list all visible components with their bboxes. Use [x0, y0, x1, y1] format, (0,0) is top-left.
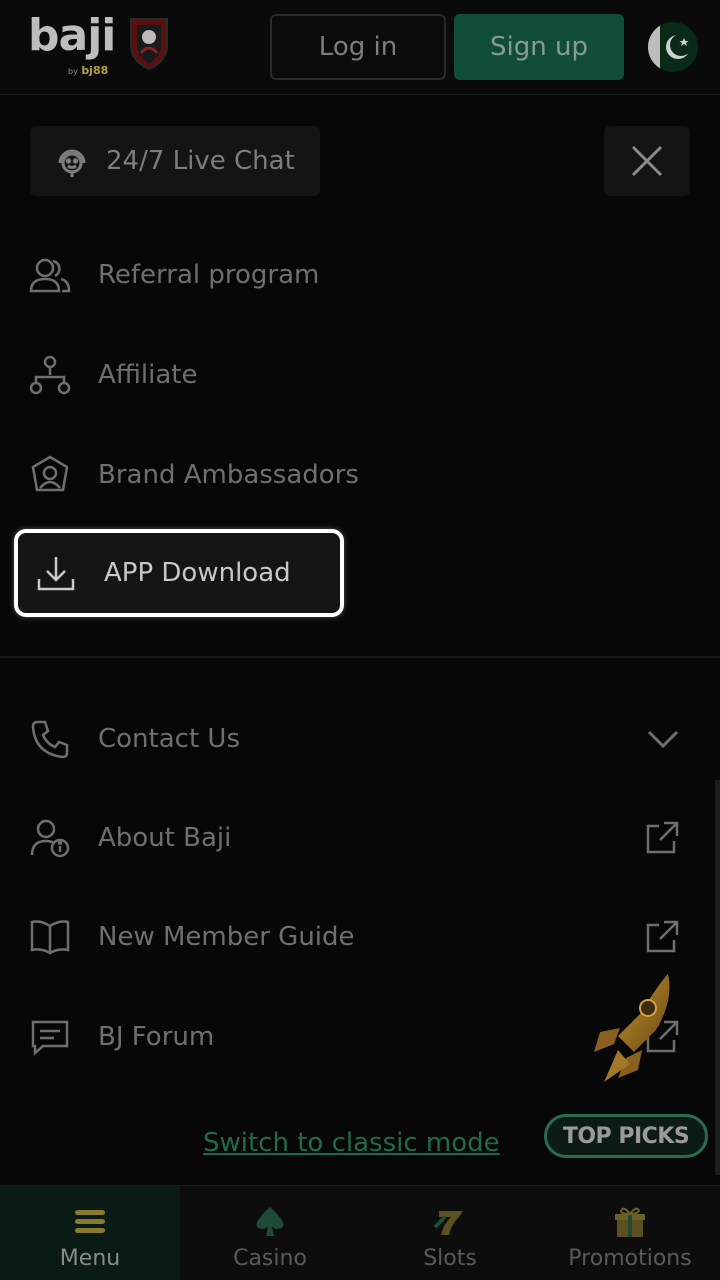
menu-item-label: Referral program	[98, 260, 320, 290]
header: baji by bj88 Log in Sign up	[0, 0, 720, 95]
menu-item-label: BJ Forum	[98, 1022, 215, 1052]
menu-item-affiliate[interactable]: Affiliate	[28, 345, 688, 405]
ambassador-icon	[28, 453, 72, 497]
external-link-icon[interactable]	[644, 919, 680, 962]
chat-icon	[28, 1015, 72, 1059]
book-icon	[28, 915, 72, 959]
live-chat-button[interactable]: 24/7 Live Chat	[30, 126, 320, 196]
users-icon	[28, 253, 72, 297]
tab-casino[interactable]: Casino	[180, 1186, 360, 1280]
gift-icon	[612, 1204, 648, 1240]
live-chat-label: 24/7 Live Chat	[106, 146, 295, 176]
tab-menu[interactable]: Menu	[0, 1186, 180, 1280]
signup-button[interactable]: Sign up	[454, 14, 624, 80]
pakistan-flag-icon[interactable]	[648, 22, 698, 72]
switch-classic-mode-link[interactable]: Switch to classic mode	[203, 1128, 500, 1158]
rocket-icon[interactable]	[590, 970, 680, 1090]
menu-icon	[72, 1204, 108, 1240]
close-icon	[631, 145, 663, 177]
chevron-down-icon[interactable]	[646, 721, 680, 762]
tab-label: Slots	[423, 1246, 477, 1271]
phone-icon	[28, 717, 72, 761]
menu-item-label: APP Download	[104, 558, 291, 588]
baji-logo[interactable]: baji by bj88	[28, 10, 116, 82]
slots-icon	[432, 1204, 468, 1240]
logo-subtitle: by bj88	[68, 64, 109, 77]
menu-item-label: Affiliate	[98, 360, 198, 390]
divider	[0, 656, 720, 658]
menu-item-bj-forum[interactable]: BJ Forum	[28, 1007, 688, 1067]
menu-item-contact-us[interactable]: Contact Us	[28, 709, 688, 769]
menu-item-label: Brand Ambassadors	[98, 460, 359, 490]
login-button[interactable]: Log in	[270, 14, 446, 80]
tab-label: Menu	[59, 1246, 121, 1271]
menu-item-about-baji[interactable]: About Baji	[28, 808, 688, 868]
tab-label: Casino	[233, 1246, 307, 1271]
menu-item-label: About Baji	[98, 823, 232, 853]
tab-label: Promotions	[568, 1246, 692, 1271]
menu-item-app-download[interactable]: APP Download	[14, 529, 344, 617]
user-info-icon	[28, 816, 72, 860]
tab-slots[interactable]: Slots	[360, 1186, 540, 1280]
support-agent-icon	[58, 149, 86, 177]
menu-item-label: Contact Us	[98, 724, 240, 754]
scrollbar[interactable]	[715, 780, 720, 1175]
network-icon	[28, 353, 72, 397]
download-icon	[34, 551, 78, 595]
menu-item-label: New Member Guide	[98, 922, 355, 952]
casino-icon	[252, 1204, 288, 1240]
menu-item-new-member-guide[interactable]: New Member Guide	[28, 907, 688, 967]
top-picks-button[interactable]: TOP PICKS	[544, 1114, 708, 1158]
logo-text: baji	[28, 10, 116, 61]
external-link-icon[interactable]	[644, 820, 680, 863]
tab-promotions[interactable]: Promotions	[540, 1186, 720, 1280]
bottom-nav: Menu Casino Slots Promotions	[0, 1185, 720, 1280]
close-menu-button[interactable]	[604, 126, 690, 196]
menu-item-referral[interactable]: Referral program	[28, 245, 688, 305]
menu-item-ambassadors[interactable]: Brand Ambassadors	[28, 445, 688, 505]
club-crest-icon	[130, 18, 168, 71]
